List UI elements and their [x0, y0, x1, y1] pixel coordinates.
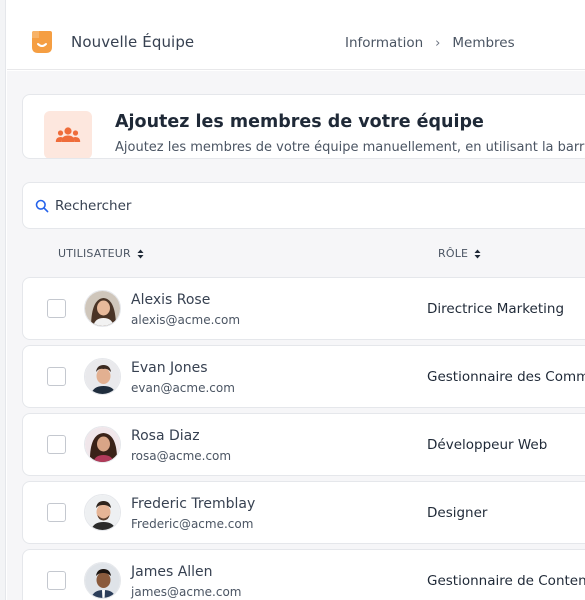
user-role: Directrice Marketing — [427, 301, 565, 317]
breadcrumb-membres[interactable]: Membres — [452, 35, 514, 51]
user-email: rosa@acme.com — [131, 449, 232, 463]
column-header-user-label: UTILISATEUR — [58, 247, 131, 260]
user-email: alexis@acme.com — [131, 313, 241, 327]
section-header-card: Ajoutez les membres de votre équipe Ajou… — [22, 94, 585, 159]
table-row[interactable]: Frederic Tremblay Frederic@acme.com Desi… — [22, 481, 585, 544]
avatar — [84, 358, 121, 395]
user-name: Frederic Tremblay — [131, 496, 256, 512]
section-title: Ajoutez les membres de votre équipe — [115, 112, 484, 132]
search-input[interactable] — [55, 195, 455, 217]
sort-icon — [137, 249, 144, 258]
user-name: Rosa Diaz — [131, 428, 200, 444]
row-checkbox[interactable] — [47, 571, 66, 590]
table-row[interactable]: James Allen james@acme.com Gestionnaire … — [22, 549, 585, 600]
row-checkbox[interactable] — [47, 503, 66, 522]
user-name: James Allen — [131, 564, 213, 580]
avatar — [84, 562, 121, 599]
table-row[interactable]: Alexis Rose alexis@acme.com Directrice M… — [22, 277, 585, 340]
app-title: Nouvelle Équipe — [71, 33, 195, 51]
column-header-role-label: RÔLE — [438, 247, 469, 260]
top-bar: Nouvelle Équipe Information › Membres — [7, 0, 585, 70]
user-name: Evan Jones — [131, 360, 208, 376]
section-subtitle: Ajoutez les membres de votre équipe manu… — [115, 140, 585, 155]
avatar — [84, 290, 121, 327]
user-email: james@acme.com — [131, 585, 242, 599]
user-name: Alexis Rose — [131, 292, 211, 308]
avatar — [84, 494, 121, 531]
search-bar[interactable] — [22, 182, 585, 229]
row-checkbox[interactable] — [47, 299, 66, 318]
user-role: Designer — [427, 505, 488, 521]
sort-icon — [474, 249, 481, 258]
chevron-right-icon: › — [435, 35, 441, 51]
row-checkbox[interactable] — [47, 367, 66, 386]
column-header-user[interactable]: UTILISATEUR — [58, 247, 144, 260]
breadcrumb-information[interactable]: Information — [345, 35, 423, 51]
row-checkbox[interactable] — [47, 435, 66, 454]
column-header-role[interactable]: RÔLE — [438, 247, 481, 260]
user-role: Gestionnaire de Contenu — [427, 573, 585, 589]
breadcrumb: Information › Membres — [345, 35, 515, 51]
table-row[interactable]: Evan Jones evan@acme.com Gestionnaire de… — [22, 345, 585, 408]
users-icon — [44, 111, 92, 158]
user-email: Frederic@acme.com — [131, 517, 254, 531]
main-content: Ajoutez les membres de votre équipe Ajou… — [7, 71, 585, 600]
window-edge — [0, 0, 6, 600]
table-row[interactable]: Rosa Diaz rosa@acme.com Développeur Web — [22, 413, 585, 476]
app-logo-icon — [32, 31, 52, 53]
avatar — [84, 426, 121, 463]
user-email: evan@acme.com — [131, 381, 235, 395]
user-role: Gestionnaire des Commu — [427, 369, 585, 385]
search-icon — [35, 199, 49, 213]
user-role: Développeur Web — [427, 437, 548, 453]
